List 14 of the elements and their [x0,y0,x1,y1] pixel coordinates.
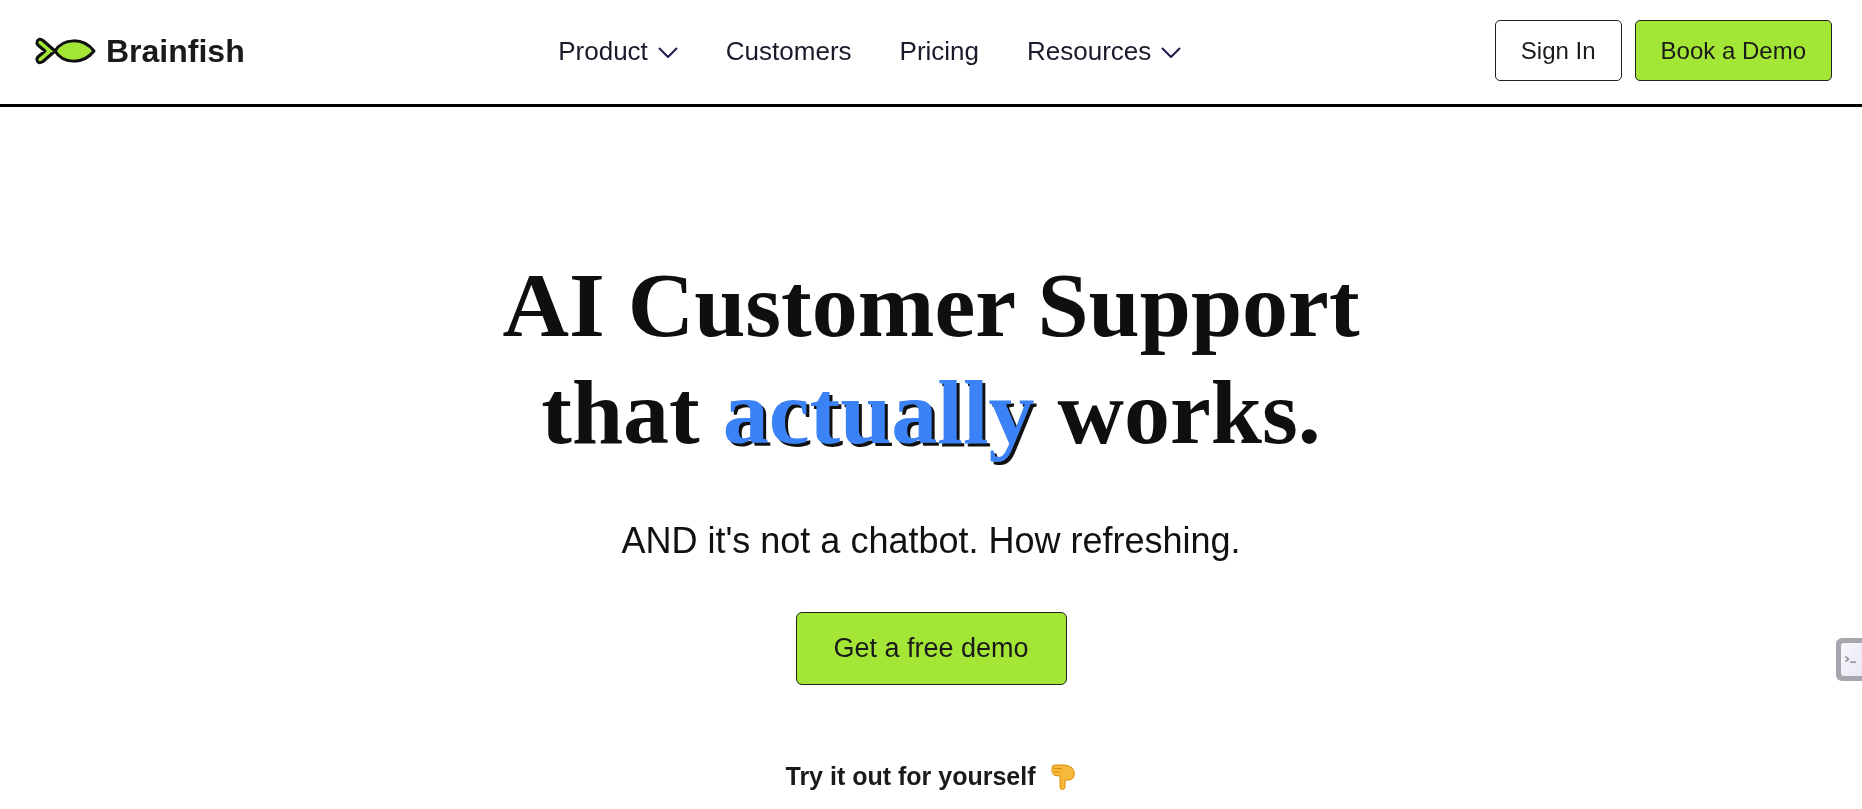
pointing-down-hand-icon [1048,762,1077,790]
terminal-tab[interactable] [1836,638,1862,681]
nav-link[interactable]: Pricing [899,37,980,64]
try-it-prompt: Try it out for yourself [785,761,1036,791]
nav-link[interactable]: Product [558,37,678,64]
nav-link[interactable]: Resources [1027,37,1182,64]
hero-subtitle: AND it's not a chatbot. How refreshing. [621,519,1241,562]
nav-link[interactable]: Customers [725,37,852,64]
hero-headline: AI Customer Support that actually works. [502,253,1360,465]
terminal-icon [1845,656,1856,663]
brand-logo-link[interactable]: Brainfish [34,33,245,68]
book-demo-button[interactable]: Book a Demo [1634,20,1832,81]
sign-in-button[interactable]: Sign In [1494,20,1622,81]
get-free-demo-button[interactable]: Get a free demo [795,612,1067,685]
